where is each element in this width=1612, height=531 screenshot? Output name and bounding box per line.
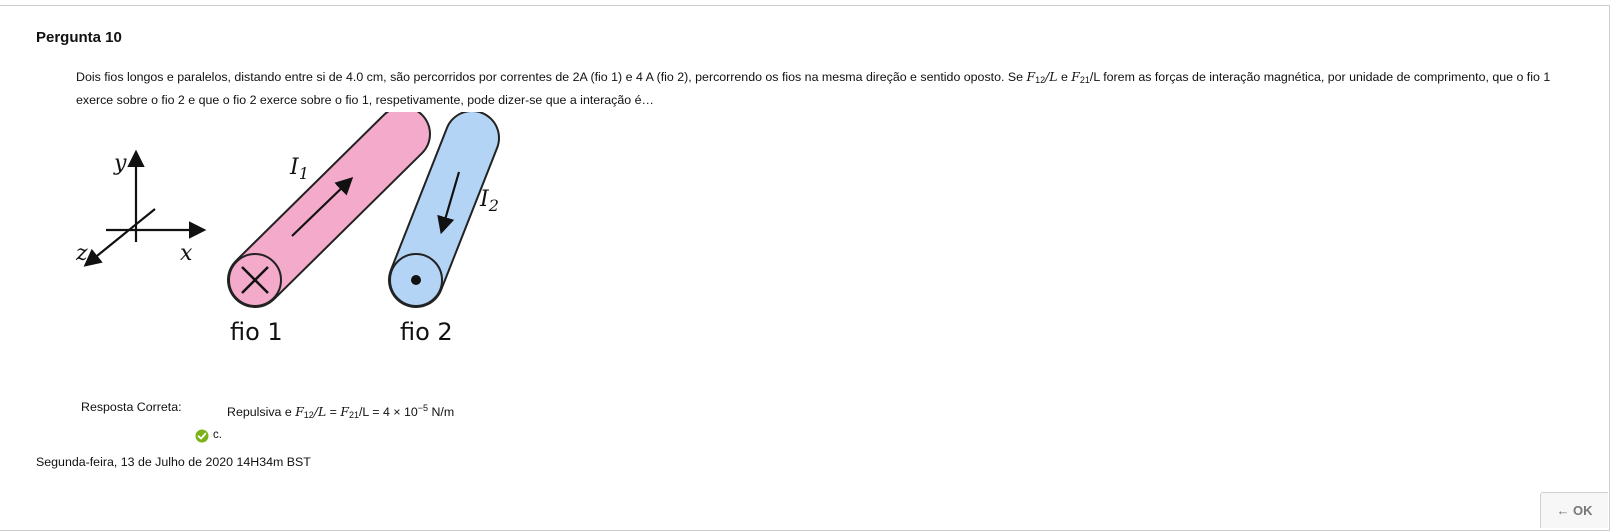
correct-answer-text: Repulsiva e F12/L = F21/L = 4 × 10−5 N/m: [227, 403, 455, 420]
answer-choice: c.: [213, 429, 222, 441]
f21-per-length: /L: [1089, 70, 1100, 84]
check-icon: [195, 429, 209, 443]
wire-1-label: fio 1: [230, 318, 283, 346]
axis-y-label: y: [113, 151, 127, 176]
question-text-part1: Dois fios longos e paralelos, distando e…: [76, 70, 1027, 84]
ok-button[interactable]: ← OK: [1540, 492, 1608, 528]
question-title: Pergunta 10: [36, 29, 122, 46]
f21-subscript: 21: [1079, 75, 1090, 85]
current-1-label: I1: [289, 155, 309, 183]
correct-answer-label: Resposta Correta:: [81, 400, 182, 414]
submission-date: Segunda-feira, 13 de Julho de 2020 14H34…: [36, 455, 311, 469]
question-and: e: [1057, 70, 1072, 84]
f12-per-length: /L: [1045, 69, 1058, 84]
f21-symbol: F: [1071, 69, 1080, 84]
question-text: Dois fios longos e paralelos, distando e…: [76, 67, 1586, 110]
wire-2-label: fio 2: [400, 318, 453, 346]
f12-symbol: F: [1026, 69, 1036, 84]
f12-subscript: 12: [1035, 75, 1046, 85]
wire-1-body: [229, 112, 429, 306]
current-2-label: I2: [479, 187, 499, 215]
wires-figure: y x z I1 I2 fio 1 fio 2: [75, 112, 500, 346]
axis-x-label: x: [180, 241, 193, 266]
wire-1-icon: [227, 112, 431, 308]
axis-z-label: z: [75, 241, 88, 266]
